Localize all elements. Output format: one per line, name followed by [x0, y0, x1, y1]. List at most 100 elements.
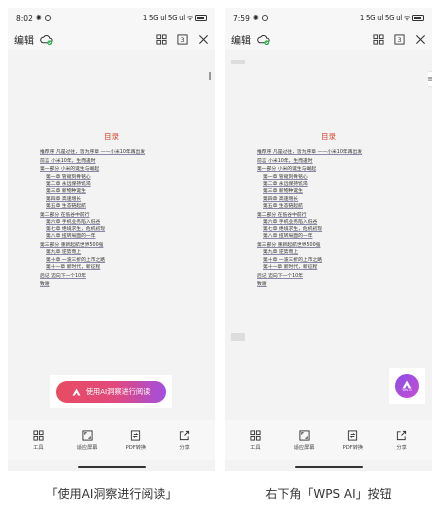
settings-icon: [261, 15, 268, 21]
ai-insight-banner: 使用AI洞察进行阅读: [50, 375, 172, 408]
toc-entry[interactable]: 第八章 扭转局面的一年: [40, 233, 191, 240]
toc-entry[interactable]: 第二部分 在低谷中前行: [257, 212, 408, 219]
status-time: 8:02: [16, 13, 33, 23]
toc-entry[interactable]: 第四章 高速增长: [257, 196, 408, 203]
cloud-sync-icon[interactable]: [40, 33, 53, 46]
share-label: 分享: [396, 444, 407, 451]
fit-screen-label: 适应屏幕: [293, 444, 315, 451]
caption-left: 「使用AI洞察进行阅读」: [45, 487, 178, 501]
toc-entry[interactable]: 推荐序 凡是过往，皆为序章 ——小米10年再出发: [40, 149, 191, 156]
wps-ai-button[interactable]: WPS AI: [395, 374, 419, 398]
document-viewer[interactable]: 目录 推荐序 凡是过往，皆为序章 ——小米10年再出发 前言 小米10年，生而逢时…: [8, 50, 215, 355]
toc-title: 目录: [321, 132, 336, 141]
home-indicator[interactable]: [77, 465, 146, 468]
bottom-toolbar: 工具 适应屏幕 PDF转换 分享: [225, 420, 432, 460]
toc-entry[interactable]: 第一部分 小米的诞生与崛起: [257, 166, 408, 173]
toc-entry[interactable]: 第一部分 小米的诞生与崛起: [40, 166, 191, 173]
toc-entry[interactable]: 致谢: [40, 281, 191, 288]
toc-entry[interactable]: 第五章 生态链起航: [257, 203, 408, 210]
home-indicator[interactable]: [294, 465, 363, 468]
tools-button[interactable]: 工具: [18, 429, 58, 451]
toc-entry[interactable]: 前言 小米10年，生而逢时: [40, 158, 191, 165]
toc-entry[interactable]: 第六章 手机业务陷入低谷: [40, 219, 191, 226]
toc-entry[interactable]: 第七章 绝境求生，危机初现: [257, 226, 408, 233]
phone-screen-left: 8:02 ✺ 1 5G ul 5G ul ᯤ 编辑 3 目录 推荐序 凡是过往，…: [8, 8, 215, 471]
grid-icon: [33, 429, 44, 441]
sun-icon: ✺: [35, 14, 42, 22]
signal-text: 1 5G ul 5G ul: [142, 14, 185, 22]
toc-entry[interactable]: 致谢: [257, 281, 408, 288]
ai-insight-label: 使用AI洞察进行阅读: [85, 386, 151, 396]
toc-entry[interactable]: 第一章 管窥刻骨铭心: [257, 174, 408, 181]
fit-screen-icon: [82, 429, 93, 441]
fit-screen-button[interactable]: 适应屏幕: [67, 429, 107, 451]
toc-entry[interactable]: 第九章 逆势而上: [257, 249, 408, 256]
close-icon[interactable]: [415, 34, 426, 45]
toc-entry[interactable]: 第二部分 在低谷中前行: [40, 212, 191, 219]
toc-entry[interactable]: 后记 迈向下一个10年: [40, 273, 191, 280]
share-label: 分享: [179, 444, 190, 451]
fit-screen-button[interactable]: 适应屏幕: [284, 429, 324, 451]
svg-text:3: 3: [180, 35, 184, 43]
sun-icon: ✺: [252, 14, 259, 22]
tab-count-icon[interactable]: 3: [177, 33, 188, 45]
document-viewer[interactable]: ≡ 目录 推荐序 凡是过往，皆为序章 ——小米10年再出发 前言 小米10年，生而…: [225, 50, 432, 355]
toc-entry[interactable]: 第七章 绝境求生，危机初现: [40, 226, 191, 233]
cloud-sync-icon[interactable]: [257, 33, 270, 46]
fit-screen-icon: [299, 429, 310, 441]
toc-entry[interactable]: 第三部分 重新起航世界500强: [257, 242, 408, 249]
edit-button[interactable]: 编辑: [14, 32, 34, 47]
share-button[interactable]: 分享: [165, 430, 205, 451]
phone-screen-right: 7:59 ✺ 1 5G ul 5G ul ᯤ 编辑 3 ≡ 目录 推荐序 凡是过…: [225, 8, 432, 471]
toc-entry[interactable]: 第十一章 新时代，新征程: [257, 264, 408, 271]
toc-entry[interactable]: 前言 小米10年，生而逢时: [257, 158, 408, 165]
signal-text: 1 5G ul 5G ul: [359, 14, 402, 22]
svg-text:3: 3: [397, 35, 401, 43]
toc-entry[interactable]: 第十章 一波三折的上市之路: [257, 257, 408, 264]
share-button[interactable]: 分享: [382, 430, 422, 451]
toc-entry[interactable]: 第八章 扭转局面的一年: [257, 233, 408, 240]
toc-entry[interactable]: 第三章 新物种诞生: [40, 188, 191, 195]
wifi-icon: ᯤ: [186, 13, 193, 22]
pdf-convert-button[interactable]: PDF转换: [333, 429, 373, 451]
multi-window-icon[interactable]: [156, 33, 167, 45]
tab-count-icon[interactable]: 3: [394, 33, 405, 45]
share-icon: [396, 430, 407, 441]
toc-entry[interactable]: 第三部分 重新起航世界500强: [40, 242, 191, 249]
share-icon: [179, 430, 190, 441]
toc-entry[interactable]: 第二章 永远保持饥渴: [40, 181, 191, 188]
toc-entry[interactable]: 第十一章 新时代，新征程: [40, 264, 191, 271]
caption-right: 右下角「WPS AI」按钮: [265, 487, 392, 501]
wifi-icon: ᯤ: [403, 13, 410, 22]
toc-entry[interactable]: 第十章 一波三折的上市之路: [40, 257, 191, 264]
toc-entry[interactable]: 第二章 永远保持饥渴: [257, 181, 408, 188]
bottom-toolbar: 工具 适应屏幕 PDF转换 分享: [8, 420, 215, 460]
toc-entry[interactable]: 后记 迈向下一个10年: [257, 273, 408, 280]
top-toolbar: 编辑 3: [225, 28, 432, 50]
close-icon[interactable]: [198, 34, 209, 45]
toc-entry[interactable]: 第一章 管窥刻骨铭心: [40, 174, 191, 181]
ai-insight-button[interactable]: 使用AI洞察进行阅读: [56, 380, 166, 403]
status-bar: 7:59 ✺ 1 5G ul 5G ul ᯤ: [225, 8, 432, 28]
toc-entry[interactable]: 第五章 生态链起航: [40, 203, 191, 210]
toc-entry[interactable]: 第三章 新物种诞生: [257, 188, 408, 195]
pdf-convert-label: PDF转换: [342, 444, 364, 451]
grid-icon: [250, 429, 261, 441]
wps-ai-highlight: WPS AI: [389, 368, 425, 404]
scroll-indicator[interactable]: [209, 72, 211, 80]
toc-entry[interactable]: 第六章 手机业务陷入低谷: [257, 219, 408, 226]
top-toolbar: 编辑 3: [8, 28, 215, 50]
battery-icon: [195, 15, 207, 21]
document-page: 目录 推荐序 凡是过往，皆为序章 ——小米10年再出发 前言 小米10年，生而逢时…: [12, 64, 211, 348]
toc-entry[interactable]: 推荐序 凡是过往，皆为序章 ——小米10年再出发: [257, 149, 408, 156]
tools-button[interactable]: 工具: [235, 429, 275, 451]
wps-ai-logo-icon: [72, 387, 81, 396]
multi-window-icon[interactable]: [373, 33, 384, 45]
pdf-convert-button[interactable]: PDF转换: [116, 429, 156, 451]
toc-list: 推荐序 凡是过往，皆为序章 ——小米10年再出发 前言 小米10年，生而逢时 第一部…: [40, 149, 191, 289]
toc-entry[interactable]: 第九章 逆势而上: [40, 249, 191, 256]
edit-button[interactable]: 编辑: [231, 32, 251, 47]
wps-ai-logo-icon: [402, 380, 412, 389]
toc-entry[interactable]: 第四章 高速增长: [40, 196, 191, 203]
document-page: 目录 推荐序 凡是过往，皆为序章 ——小米10年再出发 前言 小米10年，生而逢时…: [229, 64, 428, 348]
